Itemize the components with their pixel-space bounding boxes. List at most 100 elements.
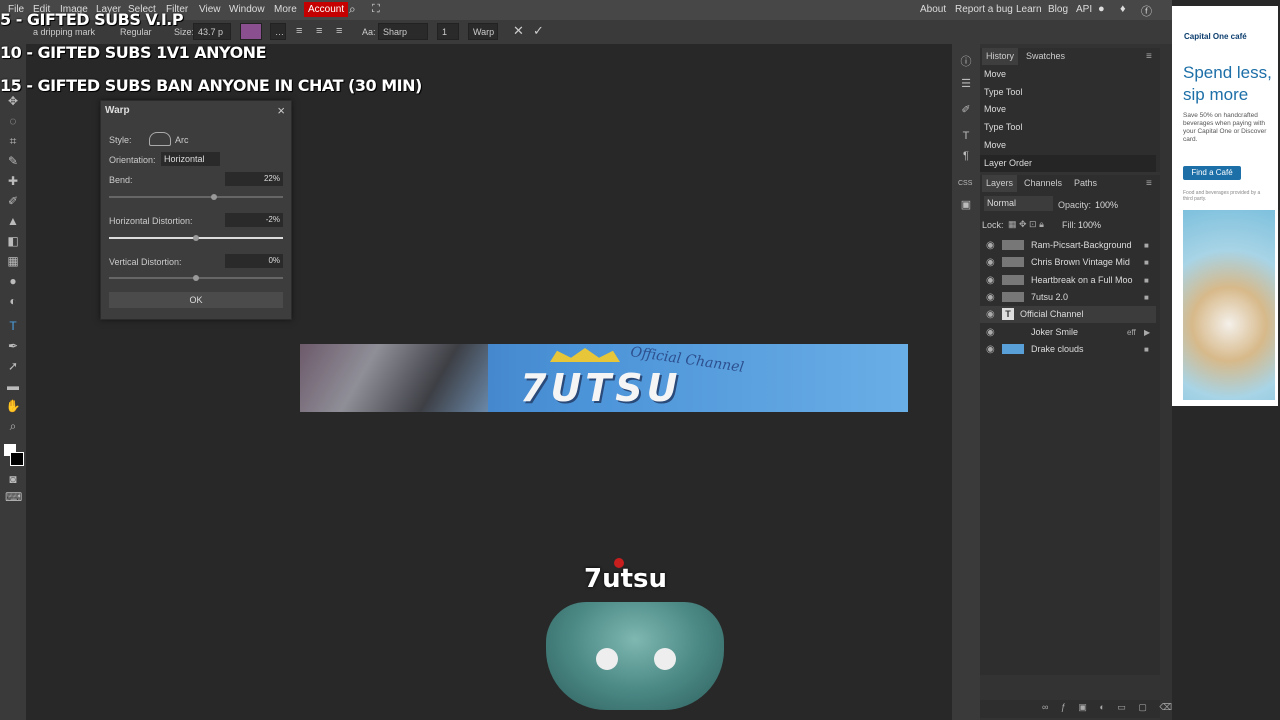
horizontal-distortion-input[interactable]: -2% bbox=[225, 213, 283, 227]
dodge-tool-icon[interactable]: ◐ bbox=[5, 294, 21, 308]
account-button[interactable]: Account bbox=[304, 2, 349, 17]
tab-history[interactable]: History bbox=[982, 48, 1019, 65]
visibility-eye-icon[interactable]: ◉ bbox=[986, 324, 995, 341]
eyedropper-tool-icon[interactable]: ✎ bbox=[5, 154, 21, 168]
close-icon[interactable]: × bbox=[277, 103, 285, 118]
text-color-swatch[interactable] bbox=[240, 23, 262, 40]
menu-view[interactable]: View bbox=[199, 4, 221, 15]
antialias-select[interactable]: Sharp bbox=[378, 23, 428, 40]
lock-pixels-icon[interactable]: ▦ ✥ ⊡ 🔒︎ bbox=[1008, 219, 1044, 230]
css-icon[interactable]: CSS bbox=[958, 178, 972, 190]
tab-paths[interactable]: Paths bbox=[1070, 175, 1101, 192]
image-panel-icon[interactable]: ▣ bbox=[960, 199, 972, 211]
tab-channels[interactable]: Channels bbox=[1020, 175, 1066, 192]
adjust-icon[interactable]: ☰ bbox=[960, 78, 972, 90]
zoom-tool-icon[interactable]: ⌕ bbox=[5, 419, 21, 433]
type-tool-icon[interactable]: T bbox=[5, 319, 21, 333]
layer-actions-icons[interactable]: ∞ ƒ ▣ ◐ ▭ ▢ ⌫ bbox=[1042, 702, 1177, 713]
shape-tool-icon[interactable]: ▬ bbox=[5, 379, 21, 393]
background-color-swatch[interactable] bbox=[10, 452, 24, 466]
brush-tool-icon[interactable]: ✐ bbox=[5, 194, 21, 208]
more-options-button[interactable]: … bbox=[270, 23, 286, 40]
opacity-value[interactable]: 100% bbox=[1095, 200, 1118, 210]
blur-tool-icon[interactable]: ● bbox=[5, 274, 21, 288]
size-input[interactable]: 43.7 p bbox=[193, 23, 231, 40]
keyboard-icon[interactable]: ⌨ bbox=[5, 490, 22, 504]
orientation-select[interactable]: Horizontal bbox=[161, 152, 220, 166]
bend-slider-handle[interactable] bbox=[211, 194, 217, 200]
layer-row[interactable]: ◉ Heartbreak on a Full Moo ■ bbox=[980, 272, 1156, 289]
menu-more[interactable]: More bbox=[274, 4, 297, 15]
ad-banner[interactable]: Capital One café Spend less, sip more Sa… bbox=[1172, 6, 1278, 406]
vertical-distortion-input[interactable]: 0% bbox=[225, 254, 283, 268]
twitter-icon[interactable]: ♦ bbox=[1120, 3, 1126, 15]
controller-logo[interactable]: 7utsu bbox=[540, 556, 730, 712]
layer-row[interactable]: ◉ Chris Brown Vintage Mid ■ bbox=[980, 254, 1156, 271]
layer-row[interactable]: ◉ Joker Smile eff ▶ bbox=[980, 324, 1156, 341]
fill-value[interactable]: 100% bbox=[1078, 220, 1101, 230]
paragraph-icon[interactable]: ¶ bbox=[960, 150, 972, 162]
eraser-tool-icon[interactable]: ◧ bbox=[5, 234, 21, 248]
style-value[interactable]: Arc bbox=[175, 135, 189, 145]
arc-style-icon[interactable] bbox=[149, 132, 171, 146]
brush-panel-icon[interactable]: ✐ bbox=[960, 104, 972, 116]
history-row[interactable]: Move bbox=[980, 66, 1156, 83]
search-icon[interactable]: ⌕ bbox=[349, 2, 356, 17]
visibility-eye-icon[interactable]: ◉ bbox=[986, 306, 995, 323]
visibility-eye-icon[interactable]: ◉ bbox=[986, 254, 995, 271]
layer-row[interactable]: ◉ Drake clouds ■ bbox=[980, 341, 1156, 358]
layer-row[interactable]: ◉ 7utsu 2.0 ■ bbox=[980, 289, 1156, 306]
visibility-eye-icon[interactable]: ◉ bbox=[986, 237, 995, 254]
menu-window[interactable]: Window bbox=[229, 4, 265, 15]
stamp-tool-icon[interactable]: ▲ bbox=[5, 214, 21, 228]
history-row[interactable]: Type Tool bbox=[980, 84, 1156, 101]
history-row[interactable]: Type Tool bbox=[980, 119, 1156, 136]
commit-icon[interactable]: ✓ bbox=[533, 23, 544, 39]
history-row[interactable]: Move bbox=[980, 137, 1156, 154]
crop-tool-icon[interactable]: ⌗ bbox=[5, 134, 21, 148]
gradient-tool-icon[interactable]: ▦ bbox=[5, 254, 21, 268]
link-report-bug[interactable]: Report a bug bbox=[955, 4, 1013, 15]
vertical-distortion-handle[interactable] bbox=[193, 275, 199, 281]
layer-row[interactable]: ◉ Ram-Picsart-Background ■ bbox=[980, 237, 1156, 254]
history-row[interactable]: Move bbox=[980, 101, 1156, 118]
warp-button[interactable]: Warp bbox=[468, 23, 498, 40]
effects-label[interactable]: eff bbox=[1127, 324, 1136, 341]
visibility-eye-icon[interactable]: ◉ bbox=[986, 289, 995, 306]
history-row[interactable]: Layer Order bbox=[980, 155, 1156, 172]
reddit-icon[interactable]: ● bbox=[1098, 3, 1105, 15]
cancel-icon[interactable]: ✕ bbox=[513, 23, 524, 39]
panel-menu-icon[interactable]: ≡ bbox=[1146, 178, 1152, 189]
visibility-eye-icon[interactable]: ◉ bbox=[986, 272, 995, 289]
find-cafe-button[interactable]: Find a Café bbox=[1183, 166, 1241, 180]
line-spacing-select[interactable]: 1 bbox=[437, 23, 459, 40]
visibility-eye-icon[interactable]: ◉ bbox=[986, 341, 995, 358]
align-right-icon[interactable]: ≡ bbox=[336, 25, 342, 37]
banner-image[interactable]: 7UTSU Official Channel bbox=[300, 344, 908, 412]
move-tool-icon[interactable]: ✥ bbox=[5, 94, 21, 108]
quick-mask-icon[interactable]: ◙ bbox=[5, 472, 21, 486]
character-icon[interactable]: T bbox=[960, 130, 972, 142]
ok-button[interactable]: OK bbox=[109, 292, 283, 308]
hand-tool-icon[interactable]: ✋ bbox=[5, 399, 21, 413]
align-left-icon[interactable]: ≡ bbox=[296, 25, 302, 37]
tab-layers[interactable]: Layers bbox=[982, 175, 1018, 192]
heal-tool-icon[interactable]: ✚ bbox=[5, 174, 21, 188]
expand-arrow-icon[interactable]: ▶ bbox=[1144, 324, 1150, 341]
link-about[interactable]: About bbox=[920, 4, 946, 15]
facebook-icon[interactable]: ⓕ bbox=[1141, 3, 1152, 19]
tab-swatches[interactable]: Swatches bbox=[1022, 48, 1069, 65]
bend-input[interactable]: 22% bbox=[225, 172, 283, 186]
pen-tool-icon[interactable]: ✒ bbox=[5, 339, 21, 353]
select-tool-icon[interactable]: ➚ bbox=[5, 359, 21, 373]
horizontal-distortion-handle[interactable] bbox=[193, 235, 199, 241]
blend-mode-select[interactable]: Normal bbox=[984, 196, 1053, 211]
lasso-tool-icon[interactable]: ◌ bbox=[5, 114, 21, 128]
link-blog[interactable]: Blog bbox=[1048, 4, 1068, 15]
layer-row[interactable]: ◉ T Official Channel bbox=[980, 306, 1156, 323]
bend-slider[interactable] bbox=[109, 196, 283, 198]
panel-menu-icon[interactable]: ≡ bbox=[1146, 51, 1152, 62]
link-api[interactable]: API bbox=[1076, 4, 1092, 15]
fullscreen-icon[interactable]: ⛶ bbox=[372, 3, 380, 16]
link-learn[interactable]: Learn bbox=[1016, 4, 1042, 15]
